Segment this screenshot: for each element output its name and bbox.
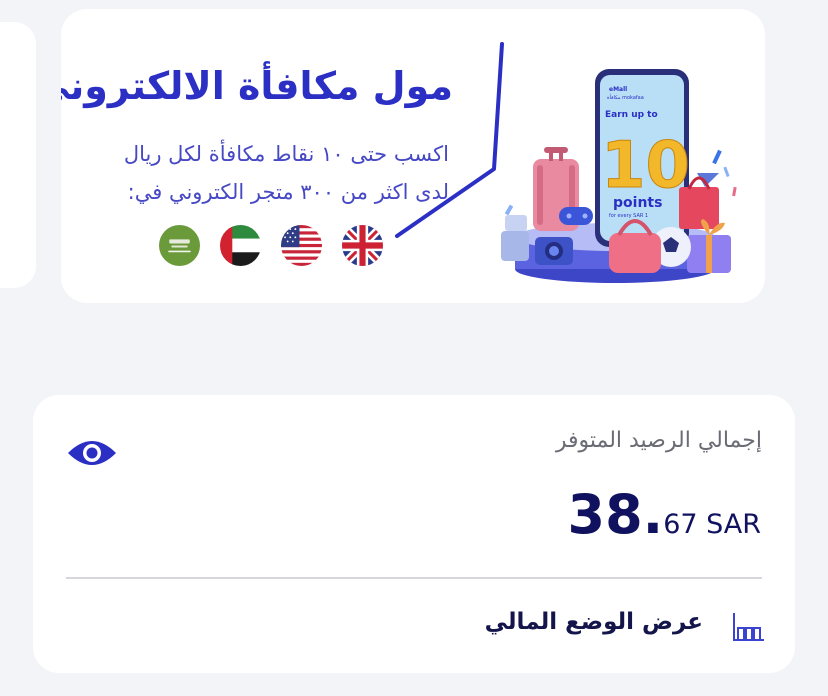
uae-flag-icon — [220, 225, 261, 266]
usa-flag-icon — [281, 225, 322, 266]
promo-desc-line-2: لدى اكثر من ٣٠٠ متجر الكتروني في: — [127, 180, 449, 204]
view-financial-position-link[interactable]: عرض الوضع المالي — [33, 595, 795, 655]
phone-earn-text: Earn up to — [605, 110, 658, 120]
uk-flag-icon — [342, 225, 383, 266]
phone-brand-sub: مكافأة mokafaa — [607, 93, 644, 101]
promo-desc-line-1: اكسب حتى ١٠ نقاط مكافأة لكل ريال — [123, 142, 449, 166]
shopping-rewards-illustration: eMall مكافأة mokafaa Earn up to 10 point… — [501, 69, 737, 283]
adjacent-card-peek[interactable] — [0, 22, 36, 288]
phone-per-sar: for every SAR 1 — [609, 213, 648, 219]
divider — [66, 577, 762, 579]
promo-description: اكسب حتى ١٠ نقاط مكافأة لكل ريال لدى اكث… — [124, 135, 449, 211]
promo-title: مول مكافأة الالكتروني — [61, 64, 453, 108]
available-balance-label: إجمالي الرصيد المتوفر — [555, 428, 762, 453]
balance-card: إجمالي الرصيد المتوفر 38.67 SAR عرض الوض… — [33, 395, 795, 673]
bar-chart-icon — [733, 613, 764, 641]
balance-amount: 38.67 SAR — [568, 483, 761, 546]
phone-brand: eMall — [609, 86, 627, 93]
balance-amount-integer: 38. — [567, 483, 664, 546]
balance-amount-decimals: 67 SAR — [663, 509, 761, 540]
phone-points: points — [613, 195, 662, 211]
emall-promo-banner[interactable]: مول مكافأة الالكتروني اكسب حتى ١٠ نقاط م… — [61, 9, 765, 303]
saudi-flag-icon — [159, 225, 200, 266]
view-financial-position-label: عرض الوضع المالي — [484, 609, 703, 635]
country-flags — [159, 225, 383, 266]
eye-icon[interactable] — [66, 435, 118, 471]
phone-ten: 10 — [601, 129, 690, 203]
